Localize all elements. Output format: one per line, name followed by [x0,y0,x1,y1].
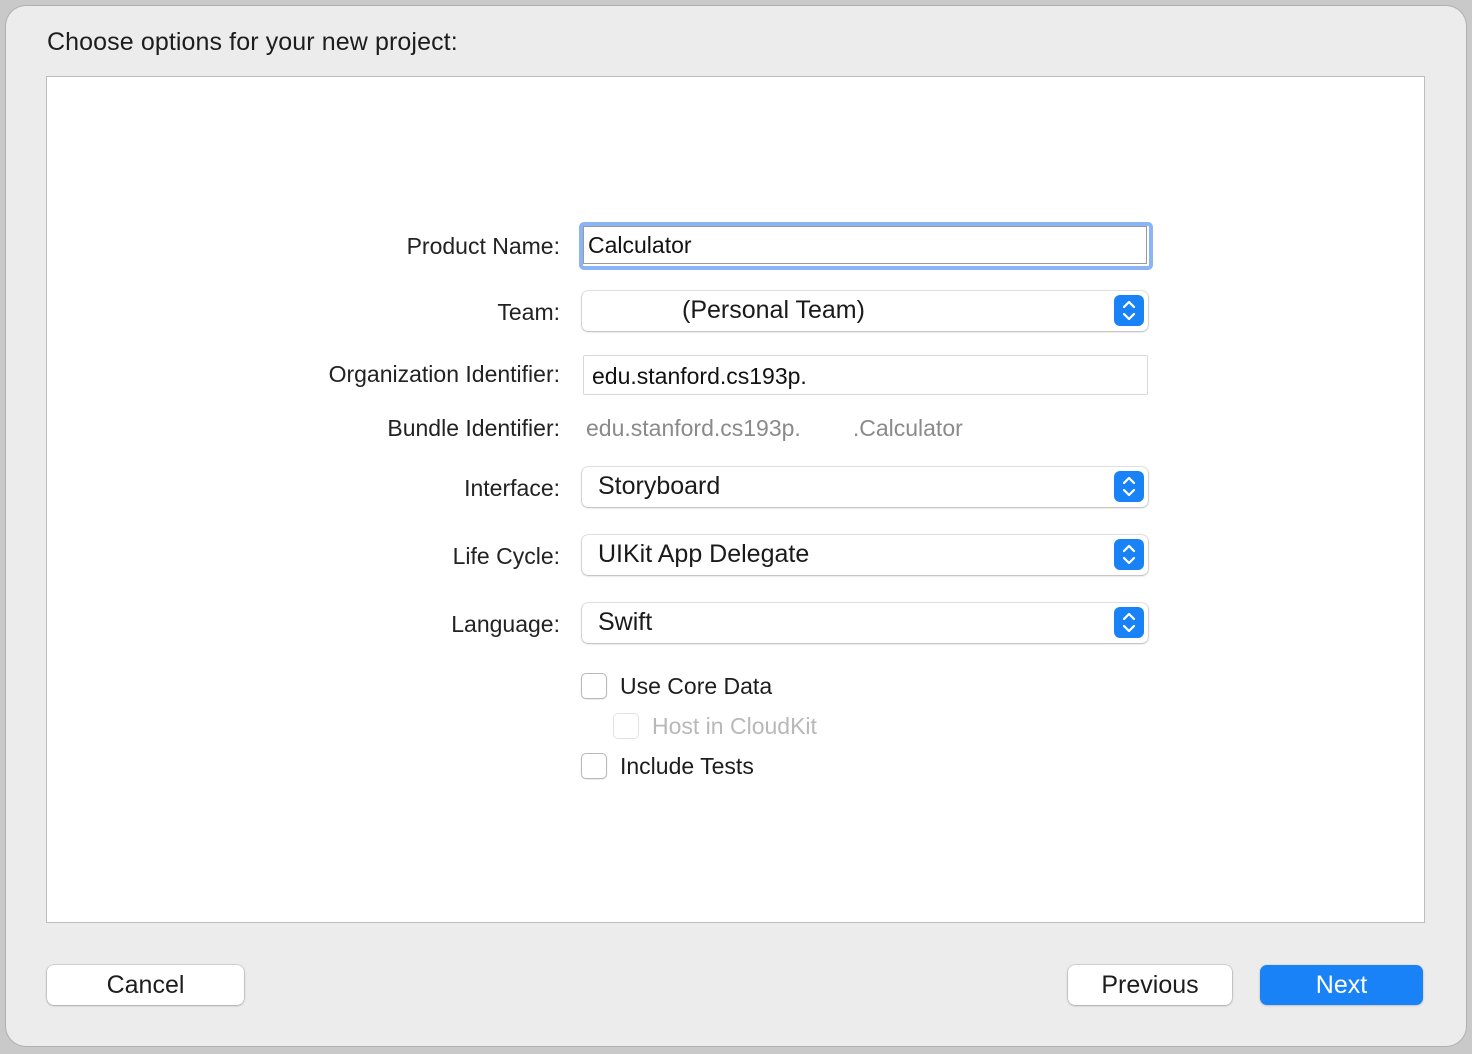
bundle-identifier-value: edu.stanford.cs193p. .Calculator [586,415,963,442]
interface-popup[interactable]: Storyboard [582,467,1148,507]
product-name-label: Product Name: [406,233,560,259]
bundle-identifier-suffix: .Calculator [852,415,963,441]
life-cycle-value: UIKit App Delegate [598,540,810,568]
new-project-dialog: Choose options for your new project: Pro… [6,6,1466,1046]
host-in-cloudkit-label: Host in CloudKit [652,713,817,739]
use-core-data-checkbox[interactable] [581,673,607,699]
team-value: (Personal Team) [682,296,865,324]
include-tests-label[interactable]: Include Tests [620,753,754,780]
up-down-chevron-icon [1114,471,1144,502]
up-down-chevron-icon [1114,607,1144,638]
interface-label: Interface: [464,475,560,501]
interface-value: Storyboard [598,472,721,500]
previous-button[interactable]: Previous [1068,965,1232,1005]
language-popup[interactable]: Swift [582,603,1148,643]
team-popup[interactable]: (Personal Team) [582,291,1148,331]
bundle-identifier-label: Bundle Identifier: [387,415,560,441]
team-label: Team: [497,299,560,325]
organization-identifier-label: Organization Identifier: [328,361,560,387]
language-label: Language: [451,611,560,637]
language-value: Swift [598,608,653,636]
dialog-title: Choose options for your new project: [47,28,458,56]
host-in-cloudkit-checkbox [613,713,639,739]
product-name-field[interactable]: Calculator [579,222,1153,270]
use-core-data-label[interactable]: Use Core Data [620,673,772,700]
product-name-value[interactable]: Calculator [583,226,1147,264]
next-button[interactable]: Next [1260,965,1423,1005]
cancel-button[interactable]: Cancel [47,965,244,1005]
bundle-identifier-prefix: edu.stanford.cs193p. [586,415,801,441]
life-cycle-popup[interactable]: UIKit App Delegate [582,535,1148,575]
up-down-chevron-icon [1114,295,1144,326]
include-tests-checkbox[interactable] [581,753,607,779]
organization-identifier-field[interactable]: edu.stanford.cs193p. [583,355,1148,395]
up-down-chevron-icon [1114,539,1144,570]
life-cycle-label: Life Cycle: [452,543,560,569]
